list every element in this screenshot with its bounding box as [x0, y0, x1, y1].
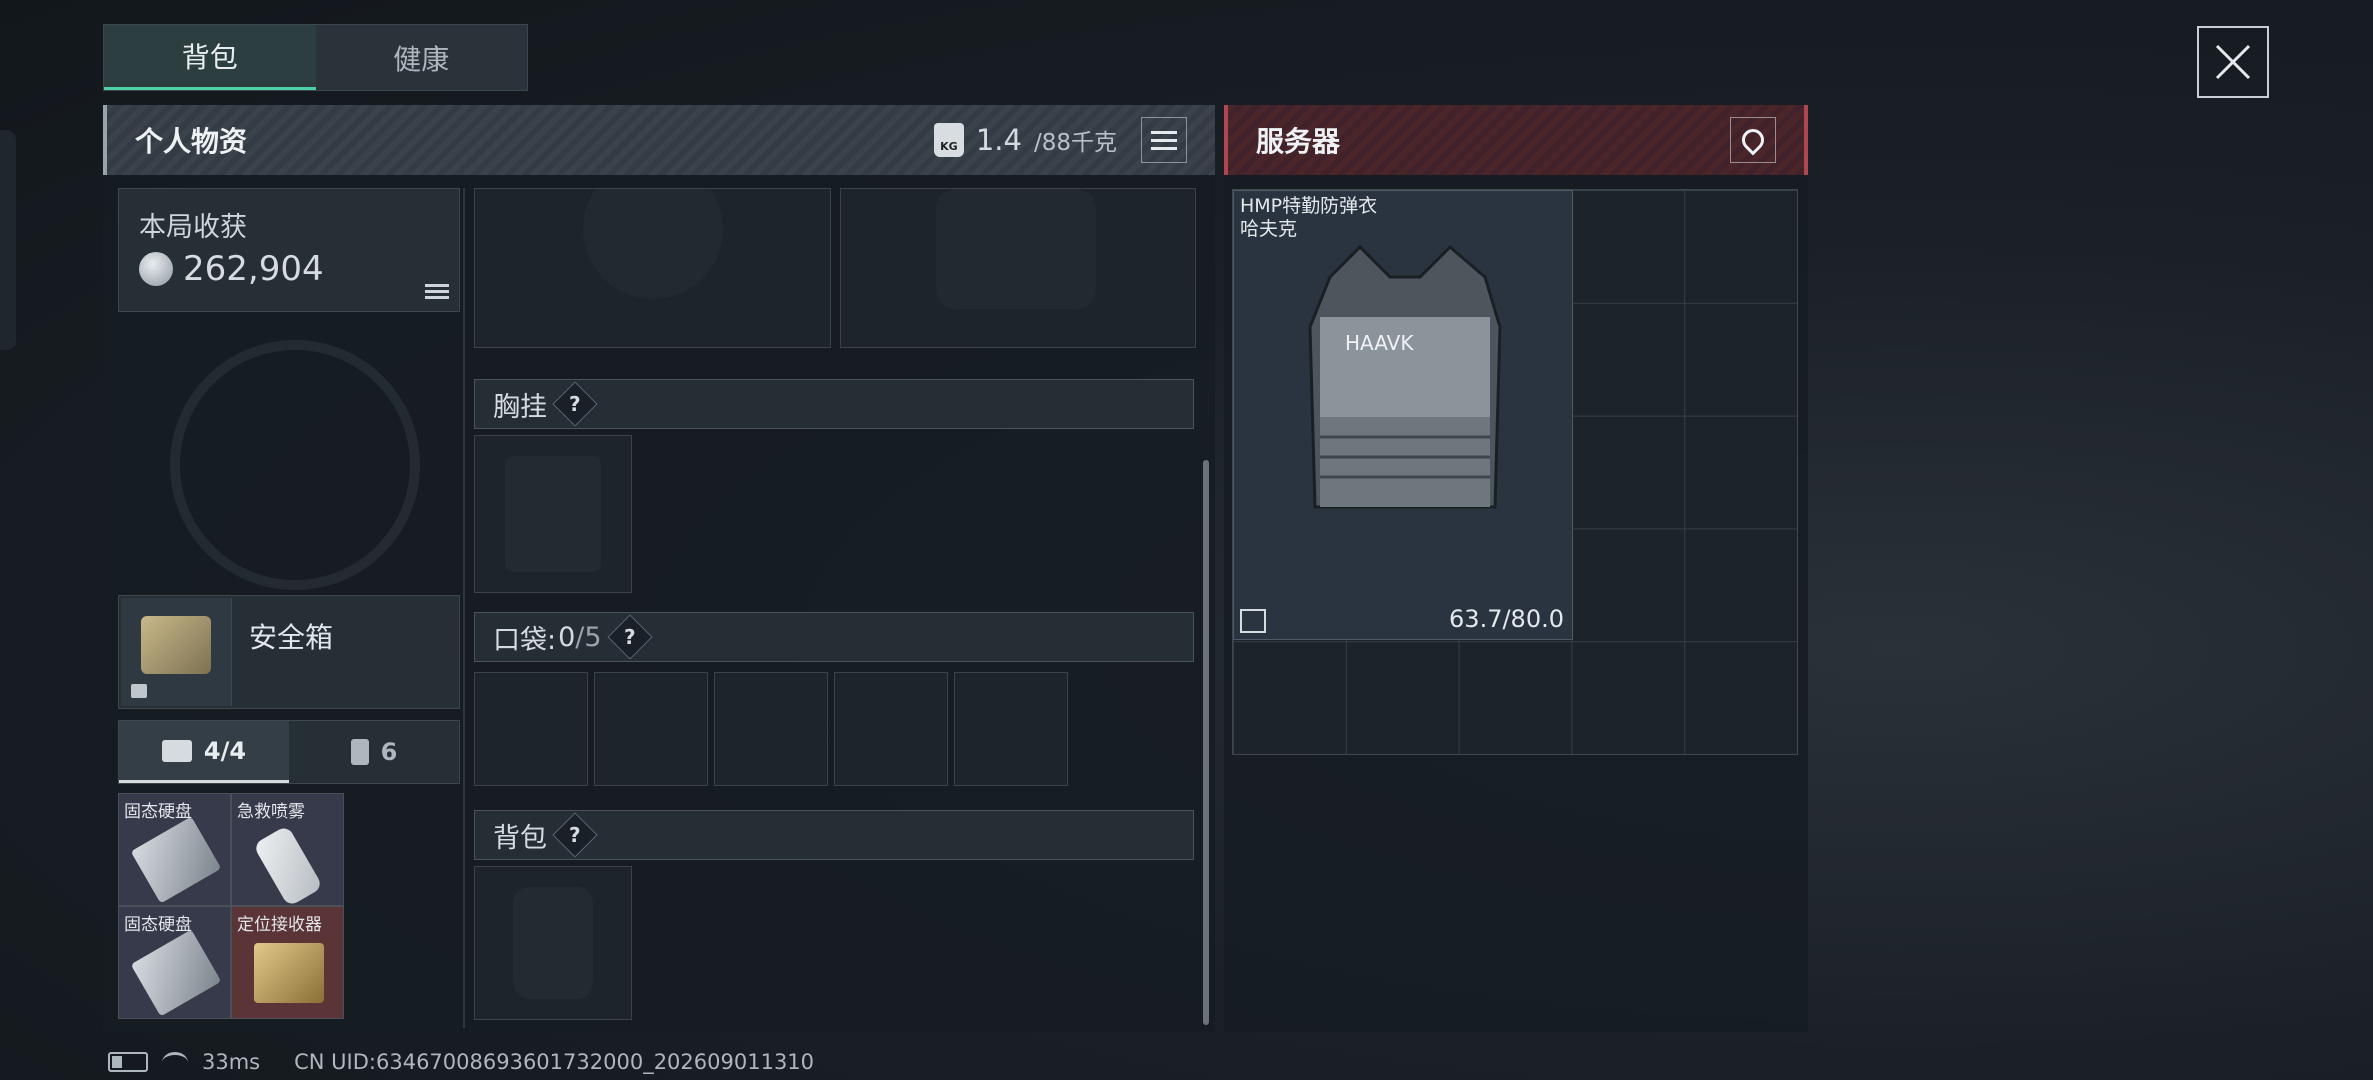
battery-icon — [108, 1052, 148, 1072]
pocket-slot[interactable] — [714, 672, 828, 786]
backpack-silhouette-icon — [513, 887, 593, 999]
inventory-list-button[interactable] — [1141, 117, 1187, 163]
harvest-card[interactable]: 本局收获 262,904 — [118, 188, 460, 312]
item-ssd[interactable]: 固态硬盘 — [118, 906, 231, 1019]
safebox-item-grid: 固态硬盘 急救喷雾 固态硬盘 定位接收器 — [118, 793, 344, 1019]
armor-slot[interactable] — [840, 188, 1196, 348]
close-button[interactable] — [2197, 26, 2269, 98]
harvest-label: 本局收获 — [139, 212, 247, 243]
chest-rig-slot[interactable] — [474, 435, 632, 593]
item-name: 固态硬盘 — [124, 915, 192, 935]
coin-icon — [139, 252, 173, 286]
weight-max: /88千克 — [1033, 130, 1117, 156]
location-button[interactable] — [1730, 117, 1776, 163]
armor-logo: HAAVK — [1345, 331, 1414, 355]
spray-icon — [252, 824, 324, 905]
wifi-icon — [162, 1051, 188, 1073]
ssd-icon — [130, 929, 222, 1017]
status-bar: 33ms CN UID:6346700869360173200​0_202609… — [108, 1050, 814, 1074]
briefcase-icon — [161, 739, 192, 762]
top-tabs: 背包 健康 — [103, 24, 528, 91]
weight-current: 1.4 — [975, 123, 1022, 157]
ssd-icon — [130, 816, 222, 904]
safebox-slot[interactable]: 安全箱 — [118, 595, 460, 709]
safebox-tabs: 4/4 6 — [118, 720, 460, 784]
chest-rig-label: 胸挂 — [493, 391, 547, 423]
close-icon — [2215, 44, 2251, 80]
armor-silhouette-icon — [936, 189, 1096, 309]
loot-item-armor[interactable]: HMP特勤防弹衣 哈夫克 HAAVK 63.7/80.0 — [1233, 190, 1573, 640]
safebox-icon — [121, 598, 232, 706]
personal-title: 个人物资 — [135, 125, 248, 158]
safebox-label: 安全箱 — [249, 621, 334, 654]
tab-health[interactable]: 健康 — [316, 25, 528, 90]
server-title: 服务器 — [1256, 125, 1341, 158]
helmet-silhouette-icon — [583, 159, 723, 299]
backpack-slot[interactable] — [474, 866, 632, 1020]
armor-vest-icon: HAAVK — [1308, 244, 1502, 509]
harvest-value: 262,904 — [183, 249, 324, 289]
loot-item-name: HMP特勤防弹衣 哈夫克 — [1240, 195, 1378, 240]
harvest-list-icon[interactable] — [425, 284, 449, 299]
pocket-slot[interactable] — [954, 672, 1068, 786]
consumables-count: 6 — [380, 738, 398, 766]
location-pin-icon — [1737, 124, 1769, 156]
item-name: 固态硬盘 — [124, 802, 192, 822]
pocket-slot[interactable] — [834, 672, 948, 786]
item-first-aid-spray[interactable]: 急救喷雾 — [231, 793, 344, 906]
pockets-header: 口袋: 0/5 ? — [474, 612, 1194, 662]
personal-header: 个人物资 KG 1.4/88千克 — [103, 105, 1215, 175]
tab-safebox-consumables[interactable]: 6 — [289, 721, 459, 783]
uid: CN UID:6346700869360173200​0_20260901131… — [294, 1050, 815, 1074]
help-icon[interactable]: ? — [552, 812, 598, 858]
chest-rig-silhouette-icon — [505, 456, 601, 572]
scrollbar[interactable] — [1203, 460, 1209, 1025]
backpack-header: 背包 ? — [474, 810, 1194, 860]
item-name: 急救喷雾 — [237, 802, 305, 822]
helmet-slot[interactable] — [474, 159, 831, 348]
pockets-count: 0/5 — [558, 621, 602, 653]
tab-backpack[interactable]: 背包 — [104, 25, 316, 90]
weight-readout: KG 1.4/88千克 — [933, 117, 1187, 163]
no-repair-icon — [1240, 609, 1266, 633]
help-icon[interactable]: ? — [606, 614, 653, 660]
help-icon[interactable]: ? — [552, 381, 598, 427]
tab-safebox-items[interactable]: 4/4 — [119, 721, 289, 783]
weight-kg-icon: KG — [933, 123, 964, 157]
armor-durability: 63.7/80.0 — [1449, 605, 1564, 633]
item-name: 定位接收器 — [237, 915, 322, 935]
emblem-watermark — [170, 340, 420, 590]
pocket-slot[interactable] — [594, 672, 708, 786]
server-header: 服务器 — [1224, 105, 1808, 175]
equipment-column: 胸挂 ? 口袋: 0/5 ? 背包 ? — [474, 159, 1196, 1020]
canister-icon — [350, 739, 369, 765]
pockets-label: 口袋: — [493, 624, 557, 656]
backpack-label: 背包 — [493, 822, 547, 854]
side-handle[interactable] — [0, 130, 16, 350]
pocket-slot[interactable] — [474, 672, 588, 786]
lock-icon — [131, 684, 147, 698]
item-ssd[interactable]: 固态硬盘 — [118, 793, 231, 906]
item-locator-receiver[interactable]: 定位接收器 — [231, 906, 344, 1019]
receiver-icon — [254, 943, 324, 1003]
column-divider — [463, 188, 465, 1028]
safebox-items-count: 4/4 — [203, 736, 247, 765]
chest-rig-header: 胸挂 ? — [474, 379, 1194, 429]
ping: 33ms — [202, 1050, 261, 1074]
